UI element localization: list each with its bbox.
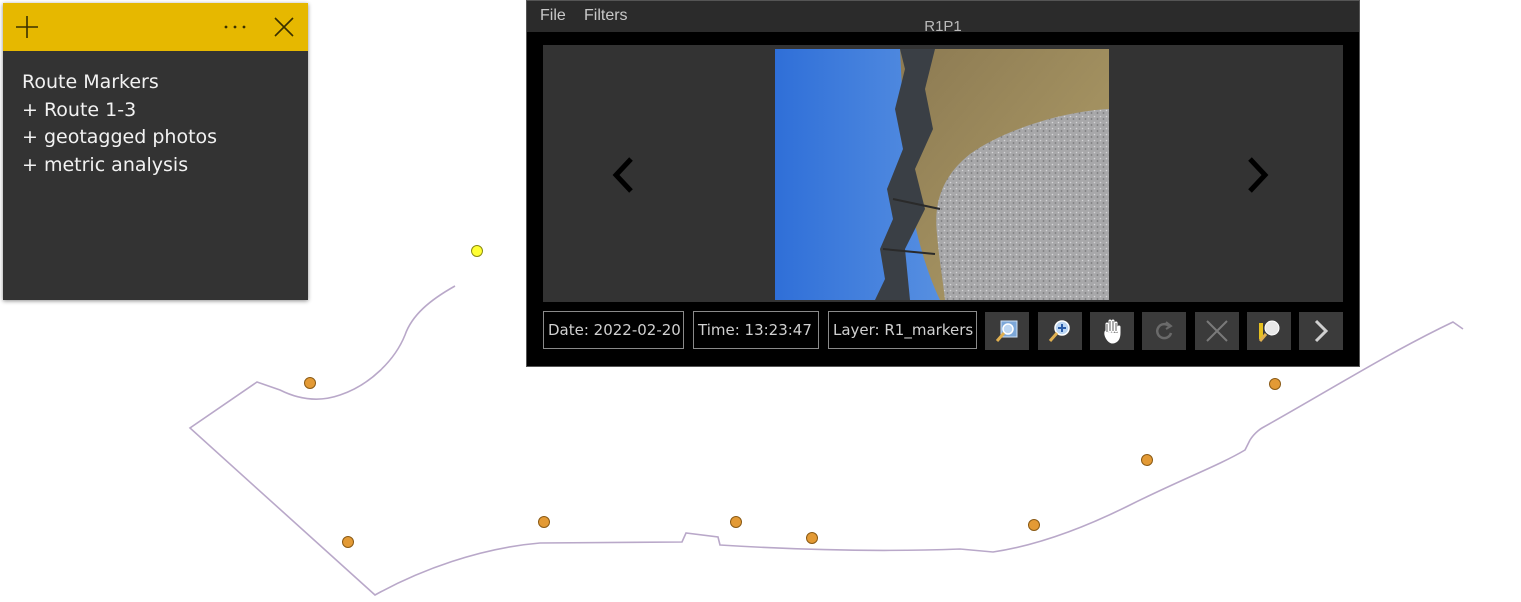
photo-image: [775, 49, 1109, 300]
route-marker[interactable]: [1141, 454, 1153, 466]
more-options-button[interactable]: [215, 3, 255, 51]
zoom-in-button[interactable]: [1038, 312, 1082, 350]
pan-button[interactable]: [1090, 312, 1134, 350]
clear-selection-icon: [1206, 320, 1228, 342]
rotate-button[interactable]: [1142, 312, 1186, 350]
chevron-right-icon: [1248, 157, 1269, 193]
route-marker[interactable]: [806, 532, 818, 544]
chevron-left-icon: [612, 157, 633, 193]
photo-viewer-window: File Filters R1P1 Date: 2022-02-20 Time:…: [526, 0, 1360, 367]
route-marker[interactable]: [1028, 519, 1040, 531]
note-line: + geotagged photos: [22, 126, 218, 148]
next-arrow-icon: [1314, 319, 1329, 343]
note-line: + metric analysis: [22, 153, 189, 176]
plus-icon: [16, 16, 38, 38]
add-note-button[interactable]: [7, 3, 47, 51]
route-marker[interactable]: [342, 536, 354, 548]
sticky-note-text[interactable]: Route Markers + Route 1-3 + geotagged ph…: [3, 51, 308, 179]
zoom-in-icon: [1048, 320, 1070, 342]
next-tool-button[interactable]: [1299, 312, 1343, 350]
sticky-note[interactable]: Route Markers + Route 1-3 + geotagged ph…: [3, 3, 308, 300]
photo-title: R1P1: [924, 18, 962, 35]
sticky-note-header: [3, 3, 308, 51]
photo-stage: [543, 45, 1343, 302]
pan-hand-icon: [1104, 319, 1121, 344]
clear-selection-button[interactable]: [1195, 312, 1239, 350]
geotagged-photo: [775, 49, 1109, 300]
photo-date-field: Date: 2022-02-20: [543, 311, 684, 349]
route-marker[interactable]: [1269, 378, 1281, 390]
rotate-icon: [1156, 321, 1173, 340]
close-icon: [274, 17, 294, 37]
route-marker[interactable]: [730, 516, 742, 528]
zoom-extent-button[interactable]: [985, 312, 1029, 350]
ellipsis-icon: [224, 25, 246, 29]
zoom-extent-icon: [995, 320, 1018, 342]
next-photo-button[interactable]: [1240, 150, 1276, 200]
previous-photo-button[interactable]: [605, 150, 641, 200]
photo-time-field: Time: 13:23:47: [693, 311, 819, 349]
note-line: Route Markers: [22, 71, 159, 93]
route-marker[interactable]: [538, 516, 550, 528]
route-marker[interactable]: [304, 377, 316, 389]
selected-marker[interactable]: [471, 245, 483, 257]
note-line: + Route 1-3: [22, 98, 137, 121]
photo-layer-field: Layer: R1_markers: [828, 311, 977, 349]
identify-feature-icon: [1258, 320, 1280, 342]
identify-feature-button[interactable]: [1247, 312, 1291, 350]
close-note-button[interactable]: [264, 3, 304, 51]
